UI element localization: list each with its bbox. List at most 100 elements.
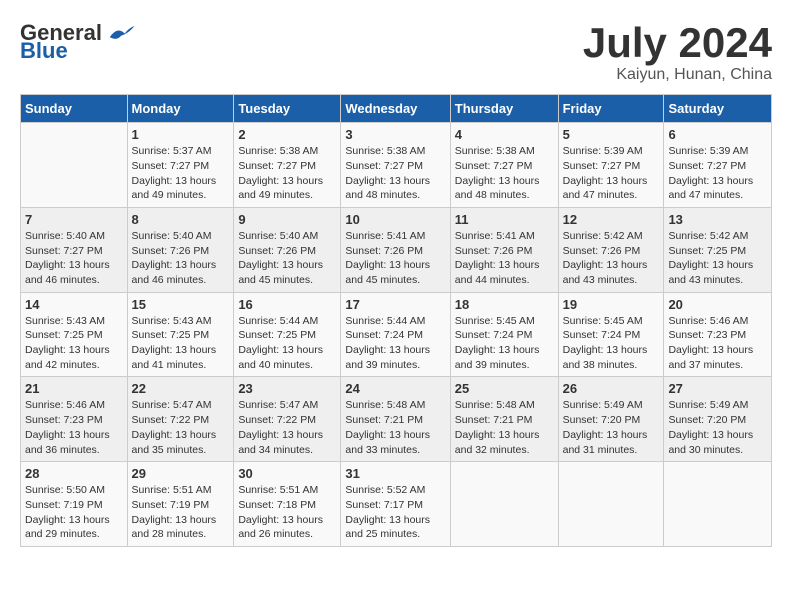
day-number: 8 xyxy=(132,212,230,227)
day-info: Sunrise: 5:40 AM Sunset: 7:26 PM Dayligh… xyxy=(132,229,230,288)
day-number: 6 xyxy=(668,127,767,142)
day-number: 30 xyxy=(238,466,336,481)
calendar-cell: 19Sunrise: 5:45 AM Sunset: 7:24 PM Dayli… xyxy=(558,292,664,377)
day-info: Sunrise: 5:47 AM Sunset: 7:22 PM Dayligh… xyxy=(238,398,336,457)
calendar-cell: 3 Sunrise: 5:38 AM Sunset: 7:27 PM Daylig… xyxy=(341,123,450,208)
day-info: Sunrise: 5:49 AM Sunset: 7:20 PM Dayligh… xyxy=(668,398,767,457)
day-info: Sunrise: 5:44 AM Sunset: 7:25 PM Dayligh… xyxy=(238,314,336,373)
day-number: 15 xyxy=(132,297,230,312)
calendar-cell: 2 Sunrise: 5:38 AM Sunset: 7:27 PM Daylig… xyxy=(234,123,341,208)
calendar-cell: 7 Sunrise: 5:40 AM Sunset: 7:27 PM Daylig… xyxy=(21,207,128,292)
calendar-cell: 31 Sunrise: 5:52 AM Sunset: 7:17 PM Dayli… xyxy=(341,462,450,547)
day-number: 27 xyxy=(668,381,767,396)
header-cell-monday: Monday xyxy=(127,95,234,123)
header-cell-friday: Friday xyxy=(558,95,664,123)
calendar-cell xyxy=(21,123,128,208)
calendar-cell: 8 Sunrise: 5:40 AM Sunset: 7:26 PM Daylig… xyxy=(127,207,234,292)
day-number: 17 xyxy=(345,297,445,312)
day-info: Sunrise: 5:48 AM Sunset: 7:21 PM Dayligh… xyxy=(455,398,554,457)
calendar-cell: 18Sunrise: 5:45 AM Sunset: 7:24 PM Dayli… xyxy=(450,292,558,377)
day-number: 16 xyxy=(238,297,336,312)
header-cell-saturday: Saturday xyxy=(664,95,772,123)
day-info: Sunrise: 5:47 AM Sunset: 7:22 PM Dayligh… xyxy=(132,398,230,457)
calendar-cell xyxy=(558,462,664,547)
day-number: 14 xyxy=(25,297,123,312)
day-info: Sunrise: 5:46 AM Sunset: 7:23 PM Dayligh… xyxy=(668,314,767,373)
calendar-cell: 5 Sunrise: 5:39 AM Sunset: 7:27 PM Daylig… xyxy=(558,123,664,208)
day-info: Sunrise: 5:38 AM Sunset: 7:27 PM Dayligh… xyxy=(345,144,445,203)
day-number: 24 xyxy=(345,381,445,396)
day-info: Sunrise: 5:41 AM Sunset: 7:26 PM Dayligh… xyxy=(345,229,445,288)
page-header: General Blue July 2024 Kaiyun, Hunan, Ch… xyxy=(20,20,772,84)
header-cell-sunday: Sunday xyxy=(21,95,128,123)
calendar-cell: 12Sunrise: 5:42 AM Sunset: 7:26 PM Dayli… xyxy=(558,207,664,292)
calendar-cell: 10 Sunrise: 5:41 AM Sunset: 7:26 PM Dayli… xyxy=(341,207,450,292)
calendar-cell: 11 Sunrise: 5:41 AM Sunset: 7:26 PM Dayli… xyxy=(450,207,558,292)
day-info: Sunrise: 5:39 AM Sunset: 7:27 PM Dayligh… xyxy=(668,144,767,203)
calendar-cell xyxy=(450,462,558,547)
calendar-cell: 26Sunrise: 5:49 AM Sunset: 7:20 PM Dayli… xyxy=(558,377,664,462)
location: Kaiyun, Hunan, China xyxy=(583,66,772,84)
calendar-cell: 15 Sunrise: 5:43 AM Sunset: 7:25 PM Dayli… xyxy=(127,292,234,377)
calendar-cell xyxy=(664,462,772,547)
month-title: July 2024 xyxy=(583,20,772,66)
week-row-0: 1 Sunrise: 5:37 AM Sunset: 7:27 PM Daylig… xyxy=(21,123,772,208)
calendar-cell: 30 Sunrise: 5:51 AM Sunset: 7:18 PM Dayli… xyxy=(234,462,341,547)
calendar-cell: 17 Sunrise: 5:44 AM Sunset: 7:24 PM Dayli… xyxy=(341,292,450,377)
calendar-table: SundayMondayTuesdayWednesdayThursdayFrid… xyxy=(20,94,772,547)
day-info: Sunrise: 5:38 AM Sunset: 7:27 PM Dayligh… xyxy=(238,144,336,203)
week-row-4: 28Sunrise: 5:50 AM Sunset: 7:19 PM Dayli… xyxy=(21,462,772,547)
header-cell-tuesday: Tuesday xyxy=(234,95,341,123)
calendar-cell: 13Sunrise: 5:42 AM Sunset: 7:25 PM Dayli… xyxy=(664,207,772,292)
day-number: 10 xyxy=(345,212,445,227)
day-number: 28 xyxy=(25,466,123,481)
day-info: Sunrise: 5:41 AM Sunset: 7:26 PM Dayligh… xyxy=(455,229,554,288)
day-info: Sunrise: 5:48 AM Sunset: 7:21 PM Dayligh… xyxy=(345,398,445,457)
day-info: Sunrise: 5:37 AM Sunset: 7:27 PM Dayligh… xyxy=(132,144,230,203)
day-number: 20 xyxy=(668,297,767,312)
day-number: 23 xyxy=(238,381,336,396)
day-info: Sunrise: 5:43 AM Sunset: 7:25 PM Dayligh… xyxy=(132,314,230,373)
title-block: July 2024 Kaiyun, Hunan, China xyxy=(583,20,772,84)
day-info: Sunrise: 5:49 AM Sunset: 7:20 PM Dayligh… xyxy=(563,398,660,457)
day-info: Sunrise: 5:44 AM Sunset: 7:24 PM Dayligh… xyxy=(345,314,445,373)
day-number: 22 xyxy=(132,381,230,396)
header-cell-wednesday: Wednesday xyxy=(341,95,450,123)
day-number: 4 xyxy=(455,127,554,142)
week-row-3: 21 Sunrise: 5:46 AM Sunset: 7:23 PM Dayli… xyxy=(21,377,772,462)
day-number: 5 xyxy=(563,127,660,142)
calendar-cell: 20 Sunrise: 5:46 AM Sunset: 7:23 PM Dayli… xyxy=(664,292,772,377)
day-info: Sunrise: 5:52 AM Sunset: 7:17 PM Dayligh… xyxy=(345,483,445,542)
calendar-cell: 28Sunrise: 5:50 AM Sunset: 7:19 PM Dayli… xyxy=(21,462,128,547)
day-number: 3 xyxy=(345,127,445,142)
header-row: SundayMondayTuesdayWednesdayThursdayFrid… xyxy=(21,95,772,123)
calendar-cell: 25 Sunrise: 5:48 AM Sunset: 7:21 PM Dayli… xyxy=(450,377,558,462)
day-info: Sunrise: 5:45 AM Sunset: 7:24 PM Dayligh… xyxy=(563,314,660,373)
day-info: Sunrise: 5:43 AM Sunset: 7:25 PM Dayligh… xyxy=(25,314,123,373)
calendar-cell: 21 Sunrise: 5:46 AM Sunset: 7:23 PM Dayli… xyxy=(21,377,128,462)
day-number: 1 xyxy=(132,127,230,142)
day-info: Sunrise: 5:40 AM Sunset: 7:27 PM Dayligh… xyxy=(25,229,123,288)
calendar-cell: 24 Sunrise: 5:48 AM Sunset: 7:21 PM Dayli… xyxy=(341,377,450,462)
calendar-cell: 6 Sunrise: 5:39 AM Sunset: 7:27 PM Daylig… xyxy=(664,123,772,208)
calendar-cell: 1 Sunrise: 5:37 AM Sunset: 7:27 PM Daylig… xyxy=(127,123,234,208)
day-number: 21 xyxy=(25,381,123,396)
day-number: 2 xyxy=(238,127,336,142)
week-row-2: 14 Sunrise: 5:43 AM Sunset: 7:25 PM Dayli… xyxy=(21,292,772,377)
logo: General Blue xyxy=(20,20,136,64)
calendar-cell: 16 Sunrise: 5:44 AM Sunset: 7:25 PM Dayli… xyxy=(234,292,341,377)
calendar-cell: 29Sunrise: 5:51 AM Sunset: 7:19 PM Dayli… xyxy=(127,462,234,547)
day-info: Sunrise: 5:51 AM Sunset: 7:18 PM Dayligh… xyxy=(238,483,336,542)
logo-blue-text: Blue xyxy=(20,38,68,64)
day-info: Sunrise: 5:39 AM Sunset: 7:27 PM Dayligh… xyxy=(563,144,660,203)
day-number: 31 xyxy=(345,466,445,481)
day-number: 7 xyxy=(25,212,123,227)
day-info: Sunrise: 5:46 AM Sunset: 7:23 PM Dayligh… xyxy=(25,398,123,457)
day-info: Sunrise: 5:45 AM Sunset: 7:24 PM Dayligh… xyxy=(455,314,554,373)
day-info: Sunrise: 5:40 AM Sunset: 7:26 PM Dayligh… xyxy=(238,229,336,288)
day-number: 25 xyxy=(455,381,554,396)
day-number: 11 xyxy=(455,212,554,227)
calendar-cell: 27 Sunrise: 5:49 AM Sunset: 7:20 PM Dayli… xyxy=(664,377,772,462)
day-number: 9 xyxy=(238,212,336,227)
logo-bird-icon xyxy=(106,21,136,46)
